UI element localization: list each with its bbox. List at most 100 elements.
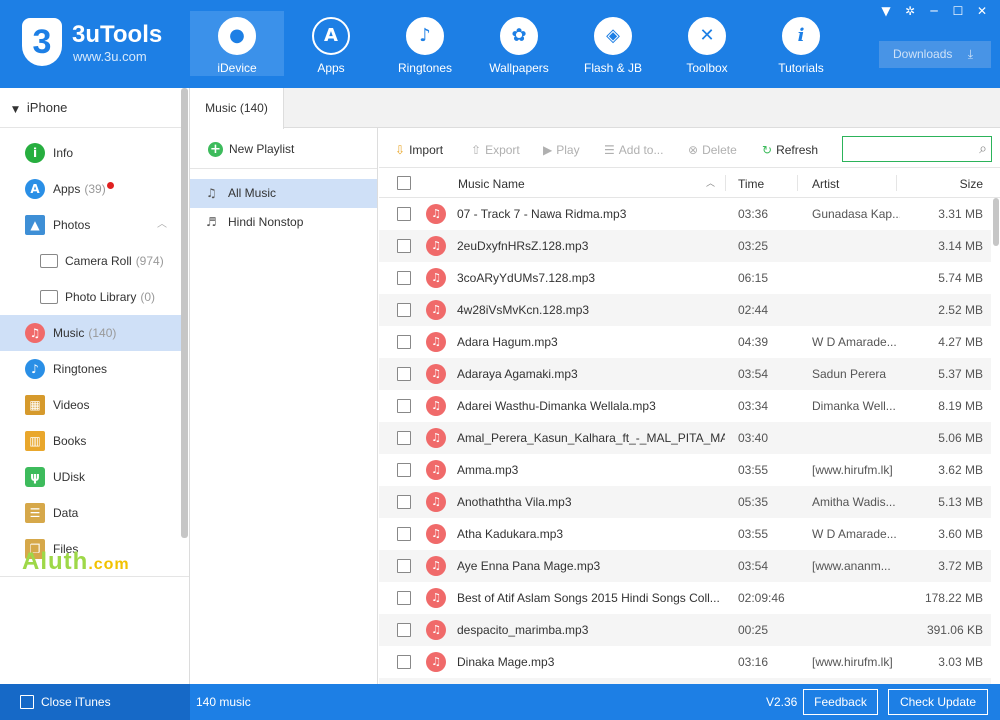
shirt-icon[interactable]: ▼ [878, 4, 894, 18]
nav-ringtones[interactable]: ♪ Ringtones [378, 11, 472, 76]
row-checkbox[interactable] [397, 431, 411, 445]
downloads-button[interactable]: Downloads ⤓ [879, 41, 991, 68]
tab-bar: Music (140) [190, 88, 1000, 129]
chevron-up-icon[interactable]: ︿ [157, 207, 167, 243]
sidebar-item-photo-library[interactable]: Photo Library (0) [0, 279, 181, 315]
sidebar-item-label: Apps [53, 182, 81, 196]
row-checkbox[interactable] [397, 559, 411, 573]
close-itunes-checkbox[interactable] [20, 694, 34, 709]
table-row[interactable]: ♫ Amma.mp3 03:55 [www.hirufm.lk] 3.62 MB [379, 454, 991, 486]
music-note-icon: ♫ [426, 524, 446, 544]
table-row[interactable]: ♫ Atha Kadukara.mp3 03:55 W D Amarade... 3.6… [379, 518, 991, 550]
track-size: 3.62 MB [938, 463, 983, 477]
refresh-button[interactable]: ↻ Refresh [762, 142, 818, 158]
sidebar-item-ringtones[interactable]: ♪ Ringtones [0, 351, 181, 387]
device-header[interactable]: ▼ iPhone [0, 88, 181, 128]
track-time: 04:39 [738, 335, 769, 349]
sidebar-item-label: Music [53, 326, 85, 340]
column-divider[interactable] [797, 175, 798, 191]
row-checkbox[interactable] [397, 527, 411, 541]
new-playlist-button[interactable]: + New Playlist [208, 142, 294, 157]
scrollbar-thumb[interactable] [993, 198, 999, 246]
row-checkbox[interactable] [397, 399, 411, 413]
sidebar-item-apps[interactable]: A Apps (39) [0, 171, 181, 207]
column-divider[interactable] [896, 175, 897, 191]
row-checkbox[interactable] [397, 303, 411, 317]
delete-button[interactable]: ⊗ Delete [688, 142, 737, 158]
music-list: ♫ 07 - Track 7 - Nawa Ridma.mp3 03:36 Gunad… [379, 198, 991, 684]
sidebar-item-label: Data [53, 506, 79, 520]
track-artist: Sadun Perera [812, 367, 887, 381]
table-row[interactable]: ♫ Anothaththa Vila.mp3 05:35 Amitha Wadis..… [379, 486, 991, 518]
import-button[interactable]: ⇩ Import [395, 142, 443, 158]
row-checkbox[interactable] [397, 591, 411, 605]
play-button[interactable]: ▶ Play [543, 142, 580, 158]
nav-flash-jb[interactable]: ◈ Flash & JB [566, 11, 660, 76]
table-row[interactable]: ♫ Best of Atif Aslam Songs 2015 Hindi Son… [379, 582, 991, 614]
row-checkbox[interactable] [397, 367, 411, 381]
sidebar-item-data[interactable]: ☰ Data [0, 495, 181, 531]
close-itunes-toggle[interactable]: Close iTunes [0, 684, 190, 720]
music-note-icon: ♫ [426, 204, 446, 224]
table-row[interactable]: ♫ Dinaka Mage.mp3 03:16 [www.hirufm.lk] 3.03… [379, 646, 991, 678]
close-icon[interactable]: ✕ [974, 4, 990, 18]
tab-music[interactable]: Music (140) [190, 88, 284, 129]
table-row[interactable]: ♫ 3coARyYdUMs7.128.mp3 06:15 5.74 MB [379, 262, 991, 294]
nav-toolbox[interactable]: ✕ Toolbox [660, 11, 754, 76]
column-header-size[interactable]: Size [960, 168, 983, 200]
table-row[interactable]: ♫ Adara Hagum.mp3 04:39 W D Amarade... 4.27 … [379, 326, 991, 358]
sidebar-item-videos[interactable]: ▦ Videos [0, 387, 181, 423]
nav-wallpapers[interactable]: ✿ Wallpapers [472, 11, 566, 76]
add-to-button[interactable]: ☰ Add to... [604, 142, 663, 158]
table-row[interactable]: ♫ 07 - Track 7 - Nawa Ridma.mp3 03:36 Gunad… [379, 198, 991, 230]
row-checkbox[interactable] [397, 271, 411, 285]
search-input[interactable] [843, 137, 963, 161]
gear-icon[interactable]: ✲ [902, 4, 918, 18]
track-name: 4w28iVsMvKcn.128.mp3 [457, 303, 590, 317]
export-button[interactable]: ⇧ Export [471, 142, 520, 158]
table-row[interactable]: ♫ Aye Enna Pana Mage.mp3 03:54 [www.ananm..… [379, 550, 991, 582]
minimize-icon[interactable]: ─ [926, 4, 942, 18]
table-row[interactable]: ♫ despacito_marimba.mp3 00:25 391.06 KB [379, 614, 991, 646]
sidebar-item-udisk[interactable]: ψ UDisk [0, 459, 181, 495]
track-size: 4.27 MB [938, 335, 983, 349]
row-checkbox[interactable] [397, 463, 411, 477]
sidebar-item-label: Videos [53, 398, 90, 412]
column-header-time[interactable]: Time [738, 168, 764, 200]
table-row[interactable]: ♫ Amal_Perera_Kasun_Kalhara_ft_-_MAL_PITA… [379, 422, 991, 454]
sidebar-item-photos[interactable]: ▲ Photos ︿ [0, 207, 181, 243]
search-icon[interactable]: ⌕ [979, 140, 987, 158]
sidebar-scrollbar[interactable] [181, 88, 188, 538]
nav-tutorials[interactable]: i Tutorials [754, 11, 848, 76]
column-header-name[interactable]: Music Name [458, 168, 525, 200]
data-icon: ☰ [25, 503, 45, 523]
nav-idevice[interactable]: ● iDevice [190, 11, 284, 76]
check-update-button[interactable]: Check Update [888, 689, 988, 715]
table-row[interactable]: ♫ 2euDxyfnHRsZ.128.mp3 03:25 3.14 MB [379, 230, 991, 262]
maximize-icon[interactable]: ☐ [950, 4, 966, 18]
column-header-artist[interactable]: Artist [812, 168, 839, 200]
row-checkbox[interactable] [397, 335, 411, 349]
table-row[interactable]: ♫ Adarei Wasthu-Dimanka Wellala.mp3 03:34 D… [379, 390, 991, 422]
row-checkbox[interactable] [397, 239, 411, 253]
table-row[interactable]: ♫ Adaraya Agamaki.mp3 03:54 Sadun Perera 5.3… [379, 358, 991, 390]
row-checkbox[interactable] [397, 655, 411, 669]
row-checkbox[interactable] [397, 207, 411, 221]
playlist-hindi-nonstop[interactable]: ♬ Hindi Nonstop [190, 208, 377, 237]
delete-label: Delete [702, 143, 737, 157]
track-artist: Gunadasa Kap... [812, 207, 900, 221]
column-divider[interactable] [725, 175, 726, 191]
row-checkbox[interactable] [397, 623, 411, 637]
row-checkbox[interactable] [397, 495, 411, 509]
playlist-all-music[interactable]: ♫ All Music [190, 179, 377, 208]
sidebar-item-books[interactable]: ▥ Books [0, 423, 181, 459]
search-box[interactable]: ⌕ [842, 136, 992, 162]
list-scrollbar[interactable] [992, 198, 1000, 684]
sidebar-item-camera-roll[interactable]: Camera Roll (974) [0, 243, 181, 279]
sidebar-item-info[interactable]: i Info [0, 135, 181, 171]
nav-apps[interactable]: A Apps [284, 11, 378, 76]
sidebar-item-music[interactable]: ♫ Music (140) [0, 315, 181, 351]
feedback-button[interactable]: Feedback [803, 689, 878, 715]
table-row[interactable]: ♫ 4w28iVsMvKcn.128.mp3 02:44 2.52 MB [379, 294, 991, 326]
select-all-checkbox[interactable] [397, 176, 411, 190]
